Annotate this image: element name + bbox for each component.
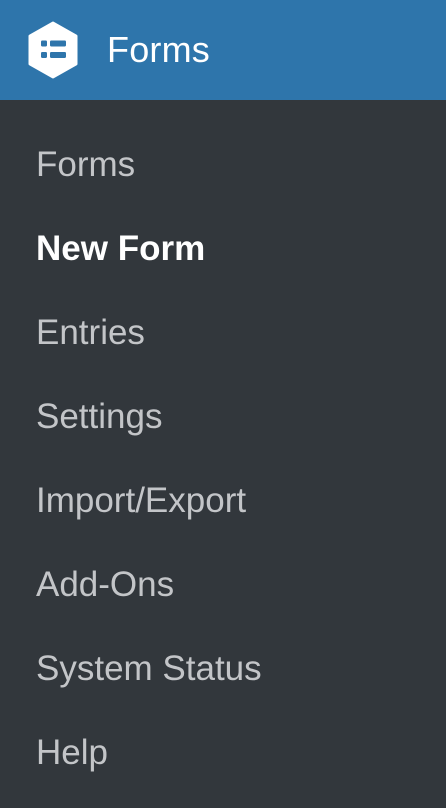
forms-submenu: Forms New Form Entries Settings Import/E… [0,100,446,808]
submenu-item-forms[interactable]: Forms [0,139,446,223]
submenu-item-entries[interactable]: Entries [0,307,446,391]
submenu-item-import-export[interactable]: Import/Export [0,475,446,559]
admin-sidebar-menu: Forms Forms New Form Entries Settings Im… [0,0,446,808]
submenu-item-add-ons[interactable]: Add-Ons [0,559,446,643]
submenu-item-label: Import/Export [36,481,247,520]
submenu-item-settings[interactable]: Settings [0,391,446,475]
submenu-item-label: Entries [36,313,145,352]
submenu-item-label: Settings [36,397,163,436]
submenu-item-label: System Status [36,649,262,688]
submenu-item-help[interactable]: Help [0,727,446,808]
submenu-item-label: Forms [36,145,136,184]
submenu-item-new-form[interactable]: New Form [0,223,446,307]
submenu-item-label: Help [36,733,108,772]
submenu-item-label: Add-Ons [36,565,175,604]
wpforms-hexagon-icon [25,20,81,80]
submenu-item-label: New Form [36,229,206,268]
submenu-item-system-status[interactable]: System Status [0,643,446,727]
forms-menu-header[interactable]: Forms [0,0,446,100]
menu-title: Forms [107,29,210,70]
